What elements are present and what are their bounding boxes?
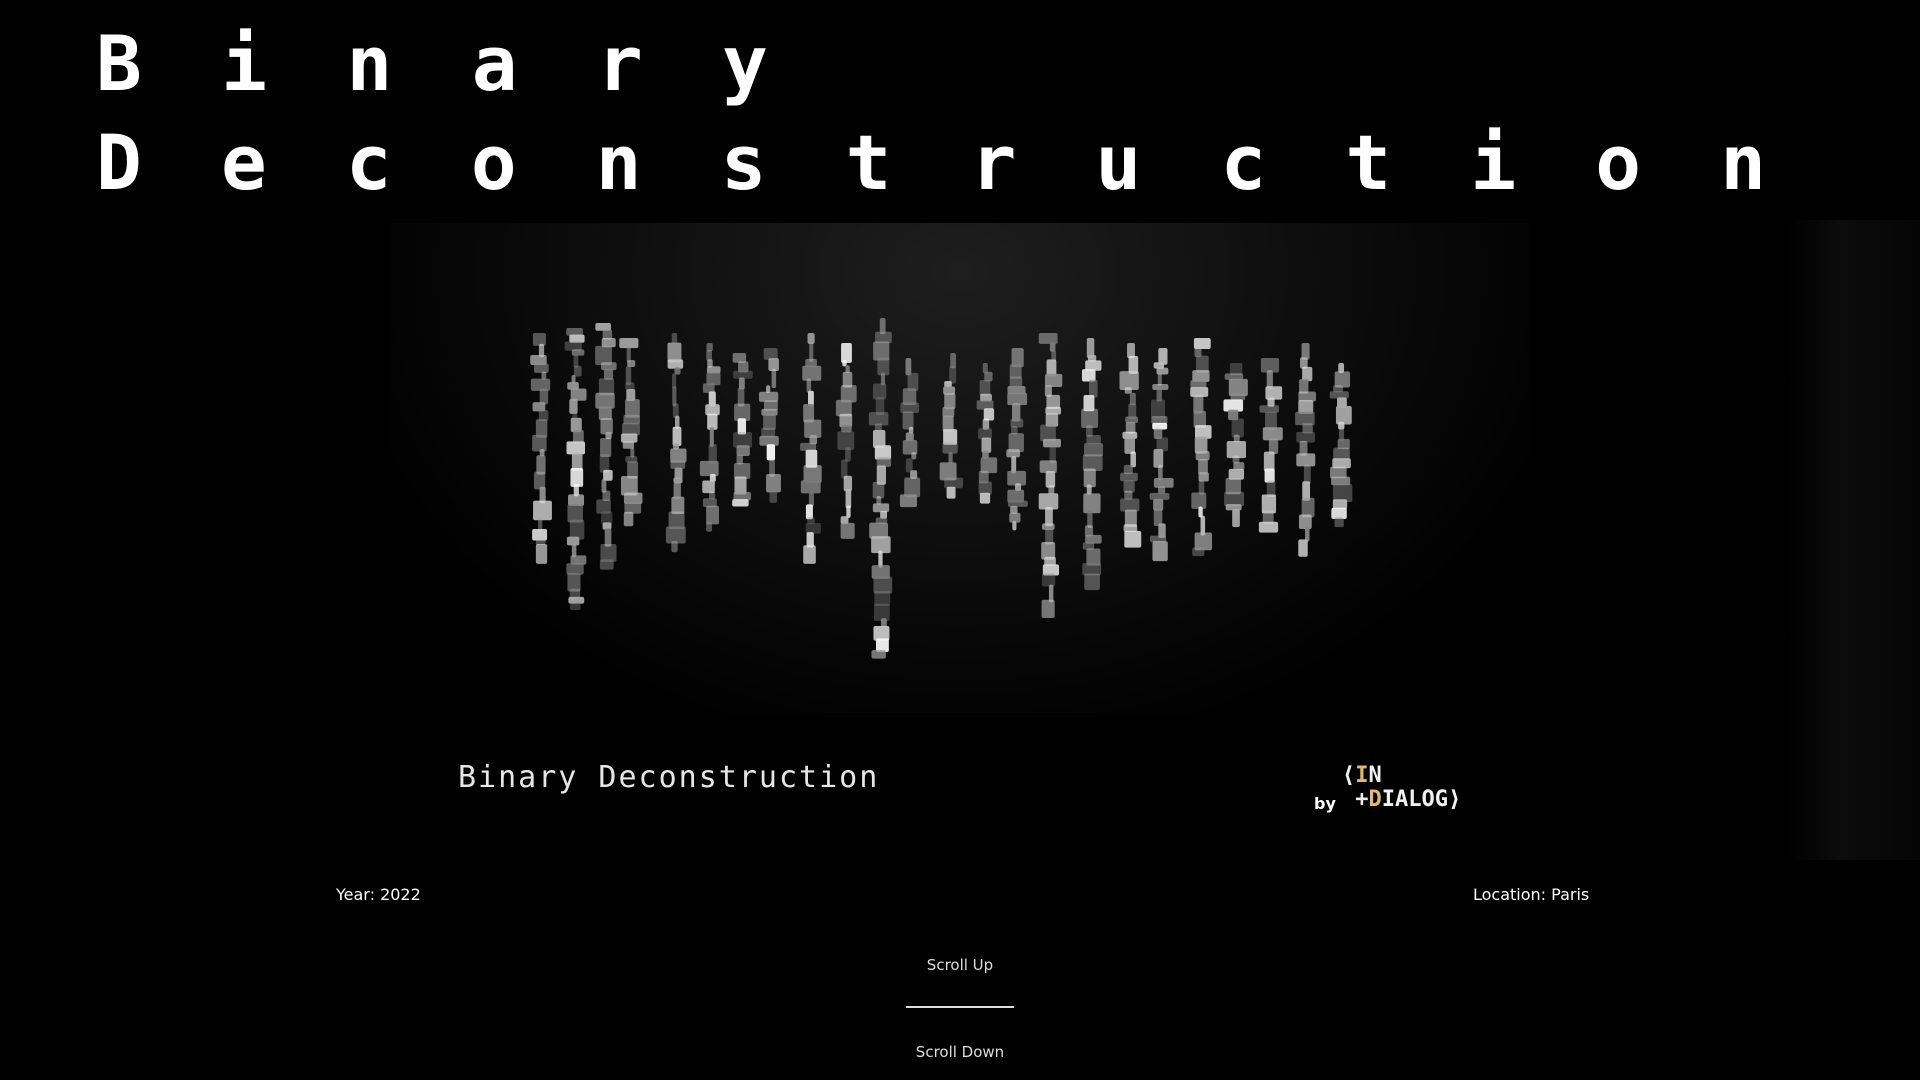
title-letter: r [970,118,1017,207]
sculpture-column [976,363,998,504]
title-letter: t [1345,118,1392,207]
sculpture-column [1190,338,1213,557]
sculpture-column [1258,358,1283,533]
title-letter: n [1720,118,1766,207]
sculpture-column [1329,363,1353,528]
title-letter: s [720,118,767,207]
scroll-up-button[interactable]: Scroll Up [860,956,1060,974]
credit-by-label: by [1314,794,1336,813]
brand-text: N [1368,763,1382,788]
title-letter: o [470,118,517,207]
sculpture-column [800,333,822,564]
sculpture-column [665,333,687,553]
sculpture-column [835,343,857,539]
brand-logo[interactable]: ⟨IN +DIALOG⟩ [1342,764,1461,812]
credit-block: by ⟨IN +DIALOG⟩ [1314,764,1484,820]
title-letter: r [596,19,643,108]
sculpture-column [564,328,587,611]
title-letter: c [1220,118,1267,207]
title-letter: n [346,19,393,108]
sculpture-column [1119,343,1142,548]
sculpture-column [1295,343,1317,557]
title-letter: D [96,118,142,207]
title-letter: i [1470,118,1517,207]
sculpture-column [899,358,921,508]
page-title-line-1: B i n a r y [96,26,768,102]
sculpture-column [868,318,893,659]
sculpture-column [530,333,552,564]
sculpture-column [732,353,753,507]
brand-accent-letter: D [1368,787,1382,812]
sculpture-column [699,343,721,532]
page-title-line-2: D e c o n s t r u c t i o n [96,125,1766,201]
title-letter: c [345,118,392,207]
title-letter: u [1095,118,1142,207]
side-shade [1788,220,1920,860]
brand-accent-letter: I [1355,763,1369,788]
sculpture-installation-image [530,318,1353,659]
location-label: Location: Paris [1473,885,1590,904]
sculpture-column [1149,348,1174,562]
title-letter: o [1595,118,1642,207]
title-letter: t [845,118,892,207]
brand-text: IALOG⟩ [1381,787,1462,812]
year-label: Year: 2022 [336,885,421,904]
sculpture-column [758,348,781,503]
sculpture-column [619,338,643,527]
title-letter: n [595,118,642,207]
sculpture-column [1081,338,1104,591]
title-letter: a [471,19,518,108]
sculpture-column [595,323,617,570]
sculpture-column [1006,348,1028,531]
title-letter: B [96,19,142,108]
brand-bracket: ⟨ [1342,763,1356,788]
sculpture-column [1223,363,1248,528]
sculpture-column [1038,333,1063,618]
scroll-divider [906,1006,1014,1008]
scroll-down-button[interactable]: Scroll Down [860,1043,1060,1061]
brand-plus: + [1355,787,1369,812]
project-caption: Binary Deconstruction [458,760,880,795]
title-letter: i [221,19,267,108]
title-letter: e [220,118,267,207]
sculpture-column [939,353,964,499]
hero-image [391,223,1529,713]
title-letter: y [722,19,768,108]
